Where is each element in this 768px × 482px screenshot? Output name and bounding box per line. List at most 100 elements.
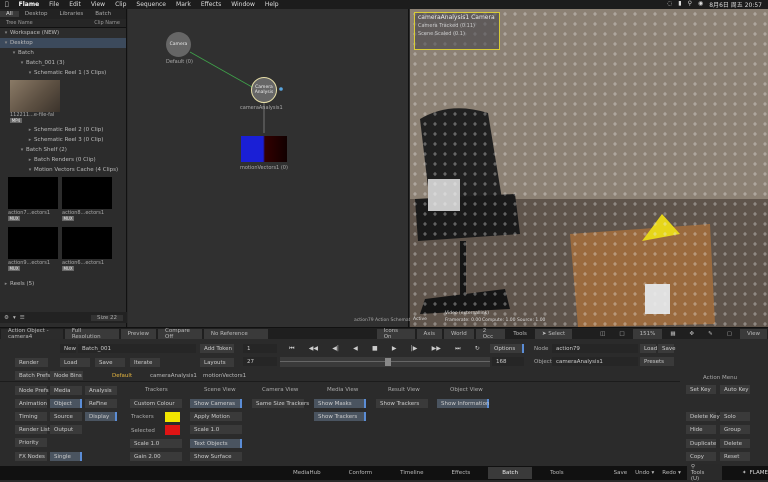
priority-button[interactable]: Priority <box>15 438 47 447</box>
custom-colour-button[interactable]: Custom Colour <box>130 399 182 408</box>
tab-conform[interactable]: Conform <box>339 470 383 476</box>
viewer[interactable]: cameraAnalysis1 Camera Camera Tracked (0… <box>410 9 768 327</box>
reference-button[interactable]: No Reference <box>203 328 268 339</box>
show-trackers-button[interactable]: Show Trackers <box>314 412 366 421</box>
camera-analysis-node[interactable]: Camera Analysis <box>251 77 277 103</box>
action-object-menu[interactable]: Action Object - camera4 <box>1 328 63 340</box>
go-to-end-icon[interactable]: ⏭ <box>455 345 460 353</box>
menu-window[interactable]: Window <box>226 1 260 8</box>
render-list-button[interactable]: Render List <box>15 425 50 434</box>
output-button[interactable]: Output <box>50 425 82 434</box>
show-cameras-button[interactable]: Show Cameras <box>190 399 242 408</box>
clip-image[interactable] <box>8 177 58 209</box>
single-button[interactable]: Single <box>50 452 82 461</box>
tree-row[interactable]: ▸ Batch Renders (0 Clip) <box>0 155 126 165</box>
tracker-scale-field[interactable]: Scale 1.0 <box>130 439 182 448</box>
icons-on-button[interactable]: Icons On <box>376 328 415 340</box>
tree-row[interactable]: ▾ Schematic Reel 1 (3 Clips) <box>0 68 126 78</box>
collapse-icon[interactable]: ▾ <box>2 30 10 36</box>
clip-thumb[interactable]: action9...ectors1 MUX <box>8 227 58 273</box>
expand-icon[interactable]: ▸ <box>26 137 34 143</box>
size-field[interactable]: Size 22 <box>90 314 123 321</box>
tree-row[interactable]: ▸ Reels (5) <box>0 279 126 289</box>
scrubber-handle[interactable] <box>385 358 391 366</box>
tab-camera-analysis[interactable]: cameraAnalysis1 <box>150 373 197 379</box>
prev-key-icon[interactable]: ◀◀ <box>309 345 318 352</box>
new-button[interactable]: New <box>60 344 76 353</box>
start-frame-field[interactable]: 27 <box>243 357 277 366</box>
iterate-button[interactable]: Iterate <box>130 358 160 367</box>
select-button[interactable]: ➤ Select <box>534 328 573 339</box>
group-button[interactable]: Group <box>720 425 750 434</box>
zoom-field[interactable]: 151% <box>632 328 663 339</box>
reset-button[interactable]: Reset <box>720 452 750 461</box>
fx-nodes-button[interactable]: FX Nodes <box>15 452 47 461</box>
tab-batch[interactable]: Batch <box>89 11 117 17</box>
analysis-button[interactable]: Analysis <box>85 386 117 395</box>
collapse-icon[interactable]: ▾ <box>26 70 34 76</box>
tab-libraries[interactable]: Libraries <box>54 11 90 17</box>
tree-row[interactable]: ▾ Batch_001 (3) <box>0 58 126 68</box>
schematic-view[interactable]: Camera Default (0) Camera Analysis camer… <box>128 9 414 327</box>
compare-button[interactable]: Compare Off <box>157 328 202 340</box>
batch-prefs-button[interactable]: Batch Prefs <box>15 371 50 380</box>
tab-motion-vectors[interactable]: motionVectors1 <box>203 373 246 379</box>
copy-button[interactable]: Copy <box>686 452 716 461</box>
display-button[interactable]: Display <box>85 412 117 421</box>
tab-mediahub[interactable]: MediaHub <box>283 470 331 476</box>
tracker-gain-field[interactable]: Gain 2.00 <box>130 452 182 461</box>
delete-key-button[interactable]: Delete Key <box>686 412 720 421</box>
layout-icon[interactable]: ◫ <box>593 329 612 339</box>
apply-motion-button[interactable]: Apply Motion <box>190 412 242 421</box>
duplicate-button[interactable]: Duplicate <box>686 439 716 448</box>
tools-search-field[interactable]: ⚲ Tools (U) <box>686 464 723 482</box>
frame-field[interactable]: 1 <box>243 344 277 353</box>
batch-name-field[interactable]: Batch_001 <box>78 344 196 353</box>
collapse-icon[interactable]: ▾ <box>2 40 10 46</box>
timeline-scrubber[interactable] <box>280 357 490 367</box>
output-port-icon[interactable] <box>279 87 283 91</box>
tab-default[interactable]: Default <box>112 373 132 379</box>
delete-button[interactable]: Delete <box>720 439 750 448</box>
tab-tools[interactable]: Tools <box>540 470 574 476</box>
refine-button[interactable]: ReFine <box>85 399 117 408</box>
media-button[interactable]: Media <box>50 386 82 395</box>
fit-icon[interactable]: □ <box>612 329 631 339</box>
tree-row[interactable]: ▾ Batch Shelf (2) <box>0 145 126 155</box>
header-tree-name[interactable]: Tree Name <box>6 20 33 26</box>
play-reverse-icon[interactable]: ◀ <box>353 345 358 352</box>
color-picker-icon[interactable]: ✎ <box>701 329 720 339</box>
layouts-button[interactable]: Layouts <box>200 358 234 367</box>
menu-app-name[interactable]: Flame <box>14 1 45 8</box>
menu-view[interactable]: View <box>86 1 110 8</box>
battery-icon[interactable]: ▮ <box>678 0 681 9</box>
header-clip-name[interactable]: Clip Name <box>94 20 120 26</box>
result-show-trackers-button[interactable]: Show Trackers <box>376 399 428 408</box>
source-button[interactable]: Source <box>50 412 82 421</box>
clip-thumb[interactable]: action6...ectors1 MUX <box>62 227 112 273</box>
auto-key-button[interactable]: Auto Key <box>720 385 750 394</box>
expand-icon[interactable]: ▸ <box>26 157 34 163</box>
solo-button[interactable]: Solo <box>720 412 750 421</box>
node-prefs-button[interactable]: Node Prefs <box>15 386 49 395</box>
object-button[interactable]: Object <box>50 399 82 408</box>
menu-help[interactable]: Help <box>260 1 284 8</box>
tree-row[interactable]: ▾ Motion Vectors Cache (4 Clips) <box>0 165 126 175</box>
grid-icon[interactable]: ▦ <box>663 329 682 339</box>
clip-thumbnail[interactable] <box>10 80 60 112</box>
timing-button[interactable]: Timing <box>15 412 47 421</box>
redo-menu-icon[interactable]: ▾ <box>678 470 681 476</box>
collapse-icon[interactable]: ▾ <box>10 50 18 56</box>
expand-icon[interactable]: ▸ <box>2 281 10 287</box>
object-name-field[interactable]: cameraAnalysis1 <box>552 357 638 366</box>
scene-scale-field[interactable]: Scale 1.0 <box>190 425 242 434</box>
footer-save-button[interactable]: Save <box>614 470 628 476</box>
stop-icon[interactable]: ■ <box>372 345 378 352</box>
list-view-icon[interactable]: ☰ <box>20 315 25 321</box>
play-icon[interactable]: ▶ <box>392 345 397 352</box>
axis-button[interactable]: Axis <box>416 328 442 339</box>
presets-button[interactable]: Presets <box>640 357 674 366</box>
menu-sequence[interactable]: Sequence <box>131 1 171 8</box>
node-save-button[interactable]: Save <box>658 344 676 353</box>
node-name-field[interactable]: action79 <box>552 344 638 353</box>
